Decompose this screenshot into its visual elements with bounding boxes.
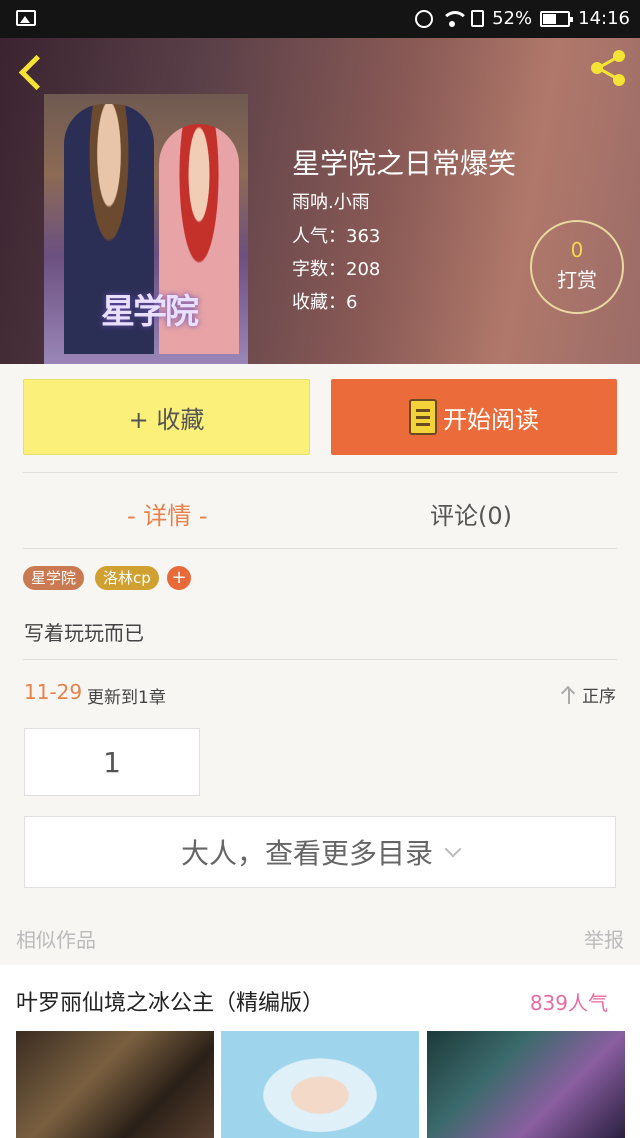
- status-right: 52% 14:16: [415, 8, 630, 29]
- battery-percent: 52%: [492, 8, 533, 29]
- start-reading-button[interactable]: 开始阅读: [331, 379, 617, 455]
- add-favorite-button[interactable]: + 收藏: [23, 379, 310, 455]
- gallery-icon: [16, 10, 36, 26]
- book-popularity: 人气：363: [292, 226, 381, 247]
- chevron-down-icon: [444, 840, 462, 858]
- recommend-popularity: 839人气: [529, 991, 608, 1015]
- book-author[interactable]: 雨呐.小雨: [292, 188, 370, 214]
- tag-chip[interactable]: 洛林cp: [95, 566, 159, 590]
- recommend-thumbnail[interactable]: [427, 1031, 625, 1138]
- sort-toggle[interactable]: 正序: [562, 682, 616, 707]
- arrow-up-icon: [562, 686, 576, 704]
- recommend-title: 叶罗丽仙境之冰公主（精编版）: [16, 991, 325, 1016]
- recommend-thumbnail[interactable]: [221, 1031, 419, 1138]
- divider: [23, 472, 617, 473]
- back-icon[interactable]: [14, 52, 48, 92]
- divider: [23, 659, 617, 660]
- tip-button[interactable]: 0 打赏: [530, 220, 624, 314]
- add-favorite-label: + 收藏: [128, 405, 205, 434]
- recommend-card[interactable]: 叶罗丽仙境之冰公主（精编版） 839人气: [0, 965, 640, 1138]
- book-word-count: 字数：208: [292, 259, 381, 280]
- tab-detail[interactable]: - 详情 -: [127, 496, 208, 531]
- divider: [23, 548, 617, 549]
- tip-label: 打赏: [557, 268, 597, 292]
- tab-comments[interactable]: 评论(0): [430, 496, 512, 531]
- update-date: 11-29: [24, 680, 83, 704]
- chapter-item[interactable]: 1: [24, 728, 200, 796]
- more-chapters-button[interactable]: 大人，查看更多目录: [24, 816, 616, 888]
- book-description: 写着玩玩而已: [24, 621, 144, 645]
- book-favorites: 收藏：6: [292, 292, 358, 313]
- sort-label: 正序: [582, 687, 616, 707]
- status-bar: 52% 14:16: [0, 0, 640, 38]
- share-icon[interactable]: [586, 48, 630, 88]
- report-link[interactable]: 举报: [584, 924, 624, 953]
- add-tag-button[interactable]: +: [167, 566, 191, 590]
- book-title: 星学院之日常爆笑: [292, 147, 517, 180]
- start-reading-label: 开始阅读: [443, 405, 539, 434]
- similar-works-heading: 相似作品: [16, 928, 96, 952]
- cover-logo: 星学院: [101, 292, 199, 332]
- book-cover[interactable]: 星学院: [44, 94, 248, 364]
- tag-chip[interactable]: 星学院: [23, 566, 85, 590]
- book-header: 星学院 星学院之日常爆笑 雨呐.小雨 人气：363 字数：208 收藏：6 0 …: [0, 38, 640, 364]
- battery-icon: [540, 10, 574, 27]
- clock: 14:16: [578, 8, 630, 29]
- alarm-icon: [415, 9, 434, 28]
- update-text: 更新到1章: [87, 688, 166, 708]
- book-icon: [409, 399, 437, 435]
- tip-count: 0: [570, 238, 584, 262]
- more-chapters-label: 大人，查看更多目录: [180, 837, 433, 870]
- wifi-icon: [441, 10, 470, 27]
- recommend-thumbnail[interactable]: [16, 1031, 214, 1138]
- sim-icon: [471, 10, 485, 27]
